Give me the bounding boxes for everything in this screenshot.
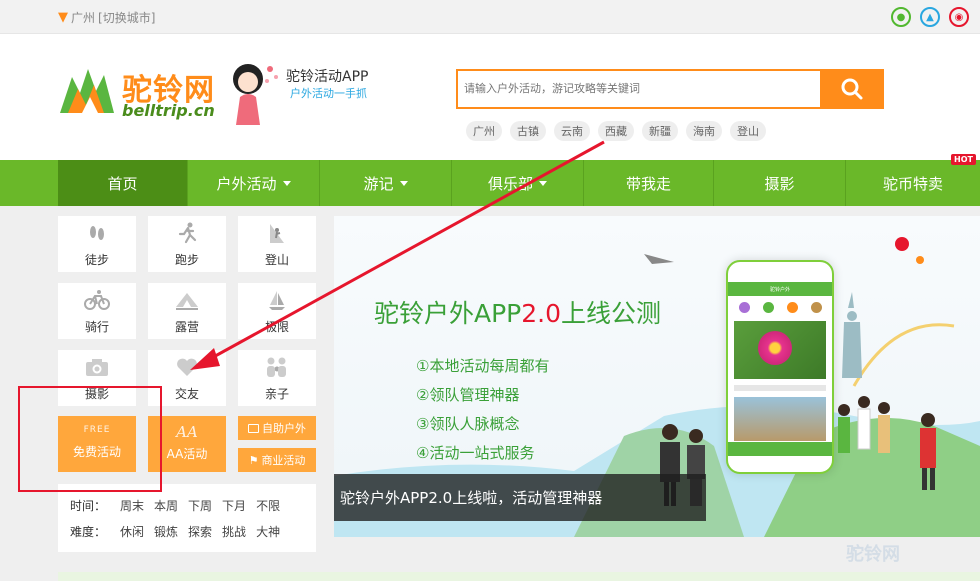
nav-club[interactable]: 俱乐部: [452, 160, 584, 206]
category-family[interactable]: 亲子: [238, 350, 316, 406]
site-header: 驼铃网 belltrip.cn 驼铃活动APP 户外活动一手抓 广州 古镇 云南…: [0, 35, 980, 160]
nav-photography[interactable]: 摄影: [714, 160, 846, 206]
commercial-activities-button[interactable]: ⚑ 商业活动: [238, 448, 316, 472]
bottom-strip: [58, 572, 980, 581]
time-filter-row: 时间： 周末 本周 下周 下月 不限: [70, 492, 316, 518]
nav-take-me[interactable]: 带我走: [584, 160, 714, 206]
chevron-down-icon: [399, 180, 408, 186]
banner-title: 驼铃户外APP2.0上线公测: [374, 299, 662, 328]
app-icon: [738, 302, 750, 313]
search-button[interactable]: [820, 69, 884, 109]
search-tag[interactable]: 登山: [730, 121, 766, 141]
difficulty-option[interactable]: 探索: [188, 523, 212, 540]
banner-feature-list: ①本地活动每周都有 ②领队管理神器 ③领队人脉概念 ④活动一站式服务: [416, 352, 549, 468]
flag-icon: ⚑: [248, 453, 259, 467]
difficulty-option[interactable]: 锻炼: [154, 523, 178, 540]
chevron-down-icon: [539, 180, 547, 186]
logo-domain: belltrip.cn: [122, 101, 215, 120]
girl-illustration-icon: [233, 64, 278, 125]
phone-app-header: 驼铃户外: [728, 282, 832, 296]
category-running[interactable]: 跑步: [148, 216, 226, 272]
wechat-icon[interactable]: ●: [891, 7, 911, 27]
time-option[interactable]: 本周: [154, 497, 178, 514]
category-camping[interactable]: 露营: [148, 283, 226, 339]
search-tag[interactable]: 古镇: [510, 121, 546, 141]
nav-outdoor[interactable]: 户外活动: [188, 160, 320, 206]
banner-feature: ①本地活动每周都有: [416, 357, 550, 375]
city-selector[interactable]: ▼ 广州 [切换城市]: [58, 9, 155, 26]
search-box: [456, 69, 820, 109]
activity-filters: 时间： 周末 本周 下周 下月 不限 难度： 休闲 锻炼 探索 挑战 大神: [58, 484, 316, 552]
category-cycling[interactable]: 骑行: [58, 283, 136, 339]
main-nav: 首页 户外活动 游记 俱乐部 带我走 摄影 驼币特卖 HOT: [0, 154, 980, 206]
footprint-icon: [84, 221, 110, 245]
statue-of-liberty-icon: [842, 292, 862, 378]
app-promo-subtitle: 户外活动一手抓: [290, 87, 367, 100]
runner-icon: [174, 221, 200, 245]
climber-icon: [264, 221, 290, 245]
phone-app-icons: [728, 296, 832, 319]
tent-icon: [174, 288, 200, 312]
time-filter-label: 时间：: [70, 498, 107, 513]
switch-city-link[interactable]: [切换城市]: [98, 9, 155, 26]
sailboat-icon: [264, 288, 290, 312]
nav-travelogue[interactable]: 游记: [320, 160, 452, 206]
difficulty-option[interactable]: 挑战: [222, 523, 246, 540]
logo-camel-icon[interactable]: [58, 63, 116, 119]
time-option[interactable]: 不限: [256, 497, 280, 514]
banner-feature: ②领队管理神器: [416, 386, 520, 404]
nav-home[interactable]: 首页: [58, 160, 188, 206]
difficulty-option[interactable]: 休闲: [120, 523, 144, 540]
building-photo-icon: [734, 397, 826, 441]
heart-icon: [174, 355, 200, 379]
search-tag[interactable]: 海南: [686, 121, 722, 141]
flower-photo-icon: [734, 321, 826, 379]
app-promo-title[interactable]: 驼铃活动APP: [286, 66, 368, 86]
bus-icon: [248, 423, 259, 433]
qq-icon[interactable]: ▲: [920, 7, 940, 27]
search-tag[interactable]: 广州: [466, 121, 502, 141]
search-tag[interactable]: 新疆: [642, 121, 678, 141]
category-climbing[interactable]: 登山: [238, 216, 316, 272]
search-tag[interactable]: 西藏: [598, 121, 634, 141]
bicycle-icon: [84, 288, 110, 312]
annotation-highlight-box: [18, 386, 162, 492]
app-icon: [786, 302, 798, 313]
current-city: 广州: [71, 11, 96, 25]
chevron-down-icon: [282, 180, 291, 186]
self-help-outdoor-button[interactable]: 自助户外: [238, 416, 316, 440]
search-tag[interactable]: 云南: [554, 121, 590, 141]
difficulty-filter-row: 难度： 休闲 锻炼 探索 挑战 大神: [70, 518, 316, 544]
banner-feature: ③领队人脉概念: [416, 415, 520, 433]
category-extreme[interactable]: 极限: [238, 283, 316, 339]
weibo-icon[interactable]: ◉: [949, 7, 969, 27]
app-icon: [762, 302, 774, 313]
top-bar: ▼ 广州 [切换城市] ● ▲ ◉: [0, 0, 980, 34]
location-pin-icon: ▼: [58, 10, 68, 25]
phone-tab-bar: [728, 442, 832, 456]
banner-caption[interactable]: 驼铃户外APP2.0上线啦，活动管理神器: [334, 474, 706, 521]
watermark: 驼铃网: [846, 544, 900, 565]
banner-feature: ④活动一站式服务: [416, 444, 535, 462]
difficulty-option[interactable]: 大神: [256, 523, 280, 540]
app-icon: [810, 302, 822, 313]
hot-search-tags: 广州 古镇 云南 西藏 新疆 海南 登山: [466, 121, 766, 141]
tourists-group-icon: [838, 396, 936, 490]
search-input[interactable]: [458, 71, 820, 107]
difficulty-filter-label: 难度：: [70, 524, 107, 539]
time-option[interactable]: 周末: [120, 497, 144, 514]
phone-mockup: 驼铃户外: [726, 260, 834, 474]
camera-icon: [84, 355, 110, 379]
family-icon: [264, 355, 290, 379]
category-hiking[interactable]: 徒步: [58, 216, 136, 272]
nav-coin-sale[interactable]: 驼币特卖 HOT: [846, 154, 980, 206]
phone-text-line: [734, 385, 826, 391]
search-icon: [841, 78, 863, 100]
time-option[interactable]: 下周: [188, 497, 212, 514]
hot-badge: HOT: [951, 154, 976, 165]
time-option[interactable]: 下月: [222, 497, 246, 514]
